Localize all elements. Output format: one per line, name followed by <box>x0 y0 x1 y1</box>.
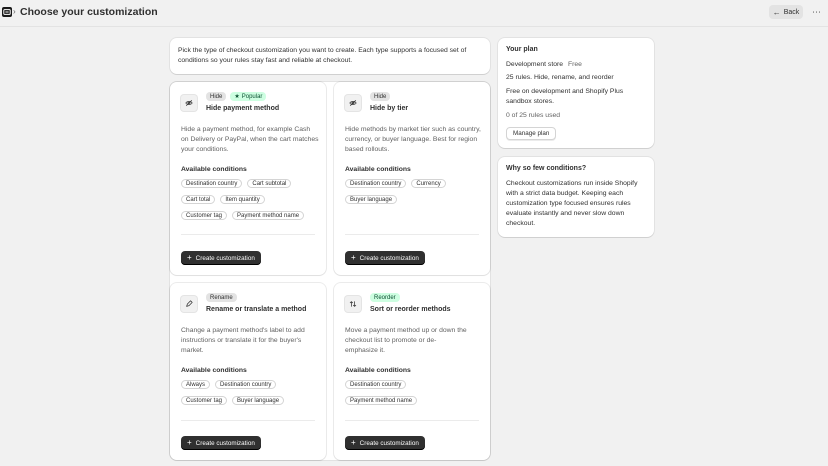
type-badge: Rename <box>206 293 237 302</box>
type-title: Hide by tier <box>370 105 409 112</box>
eye-slash-icon <box>180 94 198 112</box>
create-button-label: Create customization <box>195 439 255 447</box>
app-icon[interactable] <box>2 7 12 17</box>
type-title: Sort or reorder methods <box>370 306 451 313</box>
popular-badge-label: Popular <box>241 93 263 100</box>
back-button[interactable]: ← Back <box>769 5 803 19</box>
condition-chip: Destination country <box>215 380 277 389</box>
condition-chip: Currency <box>411 179 446 188</box>
why-heading: Why so few conditions? <box>506 165 587 172</box>
condition-chip: Item quantity <box>220 195 265 204</box>
plan-card: Your plan Development store Free 25 rule… <box>498 38 654 148</box>
page-title: Choose your customization <box>20 6 158 18</box>
plan-heading: Your plan <box>506 46 538 53</box>
eye-slash-icon <box>344 94 362 112</box>
type-title: Rename or translate a method <box>206 306 307 313</box>
sort-arrows-icon <box>344 295 362 313</box>
popular-badge: ★ Popular <box>230 92 267 101</box>
create-button-label: Create customization <box>195 254 255 262</box>
card-divider <box>181 234 315 235</box>
condition-chip: Customer tag <box>181 396 228 405</box>
conditions-label: Available conditions <box>345 166 411 173</box>
plan-store-row: Development store Free <box>506 61 646 68</box>
plan-rules: 25 rules. Hide, rename, and reorder <box>506 74 614 81</box>
create-customization-button[interactable]: + Create customization <box>345 436 425 450</box>
type-card-rename: Rename Rename or translate a method Chan… <box>170 283 326 460</box>
star-icon: ★ <box>234 94 240 100</box>
create-button-label: Create customization <box>359 439 419 447</box>
condition-chip: Cart total <box>181 195 216 204</box>
type-card-hide-payment-method: Hide ★ Popular Hide payment method Hide a… <box>170 82 326 275</box>
why-card: Why so few conditions? Checkout customiz… <box>498 157 654 237</box>
card-divider <box>181 420 315 421</box>
create-customization-button[interactable]: + Create customization <box>181 251 261 265</box>
top-bar: › Choose your customization ← Back ⋯ <box>0 0 828 26</box>
plan-store: Development store <box>506 61 564 68</box>
card-divider <box>345 234 479 235</box>
plus-icon: + <box>187 253 192 262</box>
plan-note: Free on development and Shopify Plus san… <box>506 88 624 105</box>
why-text: Checkout customizations run inside Shopi… <box>506 180 638 227</box>
condition-chip: Payment method name <box>232 211 305 220</box>
type-description: Change a payment method's label to add i… <box>181 327 305 354</box>
type-badge: Hide <box>206 92 227 101</box>
type-card-reorder: Reorder Sort or reorder methods Move a p… <box>334 283 490 460</box>
type-badge: Hide <box>370 92 391 101</box>
header-divider <box>0 26 828 27</box>
back-button-label: Back <box>783 8 800 16</box>
condition-chip: Destination country <box>345 179 407 188</box>
create-customization-button[interactable]: + Create customization <box>181 436 261 450</box>
intro-text: Pick the type of checkout customization … <box>178 47 467 64</box>
create-button-label: Create customization <box>359 254 419 262</box>
condition-chip: Customer tag <box>181 211 228 220</box>
condition-chip: Buyer language <box>232 396 285 405</box>
condition-chip: Buyer language <box>345 195 398 204</box>
condition-chip: Cart subtotal <box>247 179 292 188</box>
create-customization-button[interactable]: + Create customization <box>345 251 425 265</box>
plus-icon: + <box>351 253 356 262</box>
plan-name: Free <box>567 61 582 68</box>
plus-icon: + <box>351 438 356 447</box>
condition-chip: Destination country <box>181 179 243 188</box>
conditions-label: Available conditions <box>181 166 247 173</box>
type-card-hide-by-tier: Hide Hide by tier Hide methods by market… <box>334 82 490 275</box>
pencil-icon <box>180 295 198 313</box>
manage-plan-button[interactable]: Manage plan <box>506 127 557 140</box>
card-divider <box>345 420 479 421</box>
plan-usage: 0 of 25 rules used <box>506 112 561 119</box>
more-actions-icon[interactable]: ⋯ <box>810 5 822 19</box>
plus-icon: + <box>187 438 192 447</box>
intro-card: Pick the type of checkout customization … <box>170 38 490 74</box>
condition-chip: Always <box>181 380 211 389</box>
type-description: Move a payment method up or down the che… <box>345 327 467 354</box>
condition-chip: Destination country <box>345 380 407 389</box>
conditions-label: Available conditions <box>345 367 411 374</box>
arrow-left-icon: ← <box>772 7 781 17</box>
type-description: Hide methods by market tier such as coun… <box>345 126 481 153</box>
condition-chip: Payment method name <box>345 396 418 405</box>
type-description: Hide a payment method, for example Cash … <box>181 126 319 153</box>
type-title: Hide payment method <box>206 105 280 112</box>
conditions-label: Available conditions <box>181 367 247 374</box>
type-badge: Reorder <box>370 293 400 302</box>
breadcrumb-chevron-icon: › <box>13 7 16 16</box>
